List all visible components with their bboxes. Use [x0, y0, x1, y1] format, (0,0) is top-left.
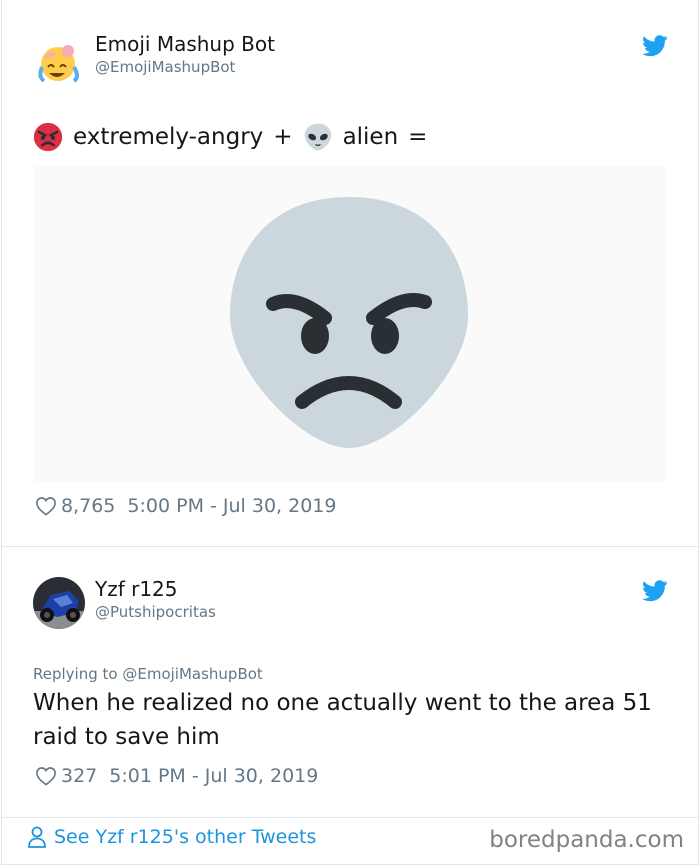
- mashup-image[interactable]: [33, 166, 667, 482]
- equals-sign: =: [408, 124, 428, 150]
- reply-like-count[interactable]: 327: [61, 765, 97, 787]
- tweet-text: extremely-angry + alien =: [33, 120, 437, 154]
- user-icon: [28, 826, 46, 848]
- see-other-tweets-label[interactable]: See Yzf r125's other Tweets: [54, 826, 316, 848]
- extremely-angry-emoji-icon: [33, 122, 63, 152]
- reply-author-handle[interactable]: @Putshipocritas: [95, 603, 216, 621]
- replying-to-label: Replying to: [33, 665, 118, 683]
- see-other-tweets-link[interactable]: See Yzf r125's other Tweets: [27, 826, 316, 848]
- timestamp[interactable]: 5:00 PM - Jul 30, 2019: [127, 495, 336, 517]
- twitter-bird-icon[interactable]: [642, 580, 668, 602]
- heart-icon[interactable]: [35, 766, 57, 786]
- emoji-2-name: alien: [342, 124, 399, 150]
- heart-icon[interactable]: [35, 496, 57, 516]
- emoji-1-name: extremely-angry: [73, 124, 264, 150]
- reply-meta: 327 5:01 PM - Jul 30, 2019: [35, 765, 318, 787]
- tweet-meta: 8,765 5:00 PM - Jul 30, 2019: [35, 495, 336, 517]
- angry-alien-face-icon: [230, 197, 468, 448]
- reply-timestamp[interactable]: 5:01 PM - Jul 30, 2019: [109, 765, 318, 787]
- author-name[interactable]: Emoji Mashup Bot: [95, 32, 275, 56]
- twitter-bird-icon[interactable]: [642, 35, 668, 57]
- reply-text: When he realized no one actually went to…: [33, 690, 652, 750]
- reply-author-name[interactable]: Yzf r125: [95, 577, 178, 601]
- alien-emoji-icon: [304, 123, 331, 151]
- like-count[interactable]: 8,765: [61, 495, 115, 517]
- author-handle[interactable]: @EmojiMashupBot: [95, 58, 235, 76]
- plus-sign: +: [273, 124, 293, 150]
- replying-to-handle[interactable]: @EmojiMashupBot: [122, 665, 262, 683]
- emoji-mashup-bot-avatar[interactable]: [34, 37, 86, 89]
- yzf-r125-avatar[interactable]: [33, 577, 85, 629]
- watermark: boredpanda.com: [489, 827, 684, 853]
- replying-to: Replying to @EmojiMashupBot: [33, 665, 263, 683]
